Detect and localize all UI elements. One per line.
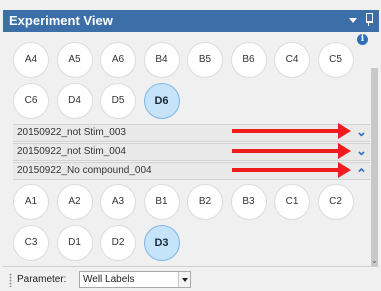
well-b3[interactable]: B3	[230, 184, 267, 220]
well-a4[interactable]: A4	[13, 42, 49, 78]
well-c6[interactable]: C6	[13, 83, 49, 119]
well-b6[interactable]: B6	[230, 42, 267, 78]
well-d4[interactable]: D4	[56, 83, 93, 119]
dropdown-triangle-icon[interactable]	[349, 18, 357, 23]
well-a5[interactable]: A5	[56, 42, 93, 78]
well-b4[interactable]: B4	[143, 42, 180, 78]
experiment-view-panel: Experiment View i ⌃ ⌄ A4A5A6B4B5B6C4C5 C…	[0, 0, 381, 291]
pin-icon[interactable]	[365, 13, 373, 26]
well-d3[interactable]: D3	[143, 225, 180, 261]
well-d2[interactable]: D2	[100, 225, 136, 261]
group-label: 20150922_No compound_004	[17, 165, 152, 176]
chevron-down-icon[interactable]	[178, 272, 190, 287]
vertical-scrollbar[interactable]: ⌄	[370, 32, 379, 268]
scrollbar-thumb[interactable]	[371, 68, 378, 268]
window-title: Experiment View	[9, 13, 113, 28]
parameter-bar: Parameter: Well Labels	[3, 266, 379, 291]
well-c3[interactable]: C3	[13, 225, 49, 261]
well-a1[interactable]: A1	[13, 184, 49, 220]
well-c1[interactable]: C1	[274, 184, 310, 220]
parameter-select[interactable]: Well Labels	[79, 271, 191, 288]
group-row-1[interactable]: 20150922_not Stim_003 ⌄	[13, 124, 370, 142]
well-a6[interactable]: A6	[100, 42, 136, 78]
well-a2[interactable]: A2	[56, 184, 93, 220]
well-b1[interactable]: B1	[143, 184, 180, 220]
chevron-down-icon[interactable]: ⌄	[356, 124, 367, 140]
well-d1[interactable]: D1	[56, 225, 93, 261]
chevron-down-icon[interactable]: ⌄	[356, 143, 367, 159]
group-label: 20150922_not Stim_004	[17, 146, 126, 157]
grip-handle-icon[interactable]	[9, 273, 12, 287]
annotation-arrow	[232, 123, 351, 139]
annotation-arrow	[232, 143, 351, 159]
well-c4[interactable]: C4	[274, 42, 310, 78]
title-bar: Experiment View	[3, 10, 379, 32]
well-b2[interactable]: B2	[187, 184, 223, 220]
chevron-up-icon[interactable]: ⌃	[356, 166, 367, 182]
parameter-value: Well Labels	[83, 274, 135, 285]
well-c2[interactable]: C2	[317, 184, 354, 220]
scroll-down-icon[interactable]: ⌄	[371, 256, 378, 265]
parameter-label: Parameter:	[17, 274, 67, 285]
info-icon[interactable]: i	[357, 34, 368, 45]
well-b5[interactable]: B5	[187, 42, 223, 78]
annotation-arrow	[232, 162, 351, 178]
well-c5[interactable]: C5	[317, 42, 354, 78]
well-d6[interactable]: D6	[143, 83, 180, 119]
group-label: 20150922_not Stim_003	[17, 127, 126, 138]
well-a3[interactable]: A3	[100, 184, 136, 220]
well-d5[interactable]: D5	[100, 83, 136, 119]
